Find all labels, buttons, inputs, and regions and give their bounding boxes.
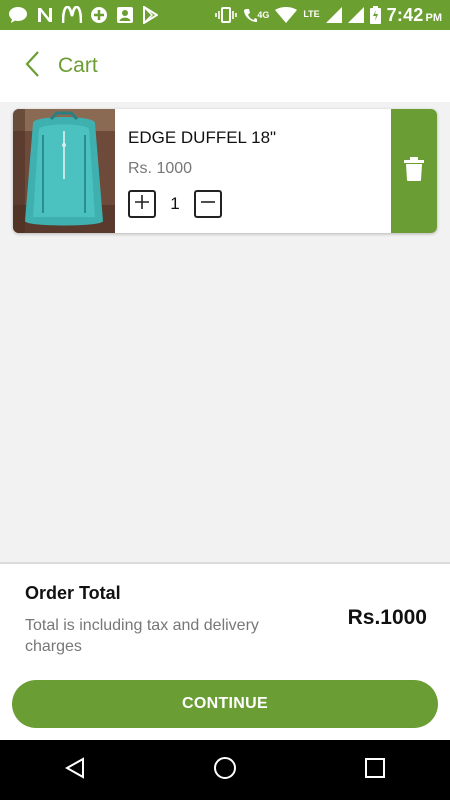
signal-icon xyxy=(325,7,342,23)
item-price: Rs. 1000 xyxy=(128,160,193,177)
quantity-stepper: 1 xyxy=(128,189,222,219)
order-total-amount: Rs.1000 xyxy=(347,606,427,629)
system-status-icons: 4G LTE 7:42 PM xyxy=(215,5,442,26)
message-icon xyxy=(8,6,28,24)
increase-quantity-button[interactable] xyxy=(128,190,156,218)
play-store-icon xyxy=(142,6,158,24)
order-total-note: Total is including tax and delivery char… xyxy=(25,617,259,655)
continue-button[interactable]: CONTINUE xyxy=(12,680,438,728)
n-app-icon xyxy=(36,6,54,24)
app-bar: Cart xyxy=(0,30,450,102)
recents-square-icon xyxy=(365,757,385,783)
order-total-panel: Order Total Total is including tax and d… xyxy=(0,562,450,740)
decrease-quantity-button[interactable] xyxy=(194,190,222,218)
back-triangle-icon xyxy=(64,756,86,784)
battery-icon xyxy=(369,6,381,24)
order-total-title: Order Total xyxy=(25,583,121,603)
network-4g-label: 4G xyxy=(257,10,270,20)
trash-icon xyxy=(404,156,424,186)
product-image[interactable] xyxy=(13,109,115,233)
vibrate-icon xyxy=(215,6,238,24)
home-circle-icon xyxy=(213,756,237,785)
delete-item-button[interactable] xyxy=(391,109,437,233)
item-info: EDGE DUFFEL 18" Rs. 1000 1 xyxy=(128,109,388,233)
mcdonalds-icon xyxy=(62,6,82,24)
chevron-left-icon xyxy=(24,50,40,83)
system-nav-bar xyxy=(0,740,450,800)
notification-icons xyxy=(8,6,158,24)
time-label: 7:42 xyxy=(386,4,424,25)
nav-back-button[interactable] xyxy=(45,740,105,800)
back-button[interactable] xyxy=(10,44,54,88)
ampm-label: PM xyxy=(425,11,443,24)
quantity-value: 1 xyxy=(170,194,180,213)
plus-icon xyxy=(135,194,149,214)
minus-icon xyxy=(201,195,215,214)
plus-badge-icon xyxy=(90,6,108,24)
status-time: 7:42 PM xyxy=(387,5,442,26)
page-title: Cart xyxy=(58,54,98,77)
item-name: EDGE DUFFEL 18" xyxy=(128,128,277,147)
signal-2-icon xyxy=(347,7,364,23)
network-lte-label: LTE xyxy=(303,8,320,19)
call-4g-icon: 4G xyxy=(243,7,269,23)
status-bar: 4G LTE 7:42 PM xyxy=(0,0,450,30)
nav-home-button[interactable] xyxy=(195,740,255,800)
wifi-icon xyxy=(275,7,298,23)
cart-item-card: EDGE DUFFEL 18" Rs. 1000 1 xyxy=(13,109,437,233)
contact-icon xyxy=(116,6,134,24)
nav-recents-button[interactable] xyxy=(345,740,405,800)
